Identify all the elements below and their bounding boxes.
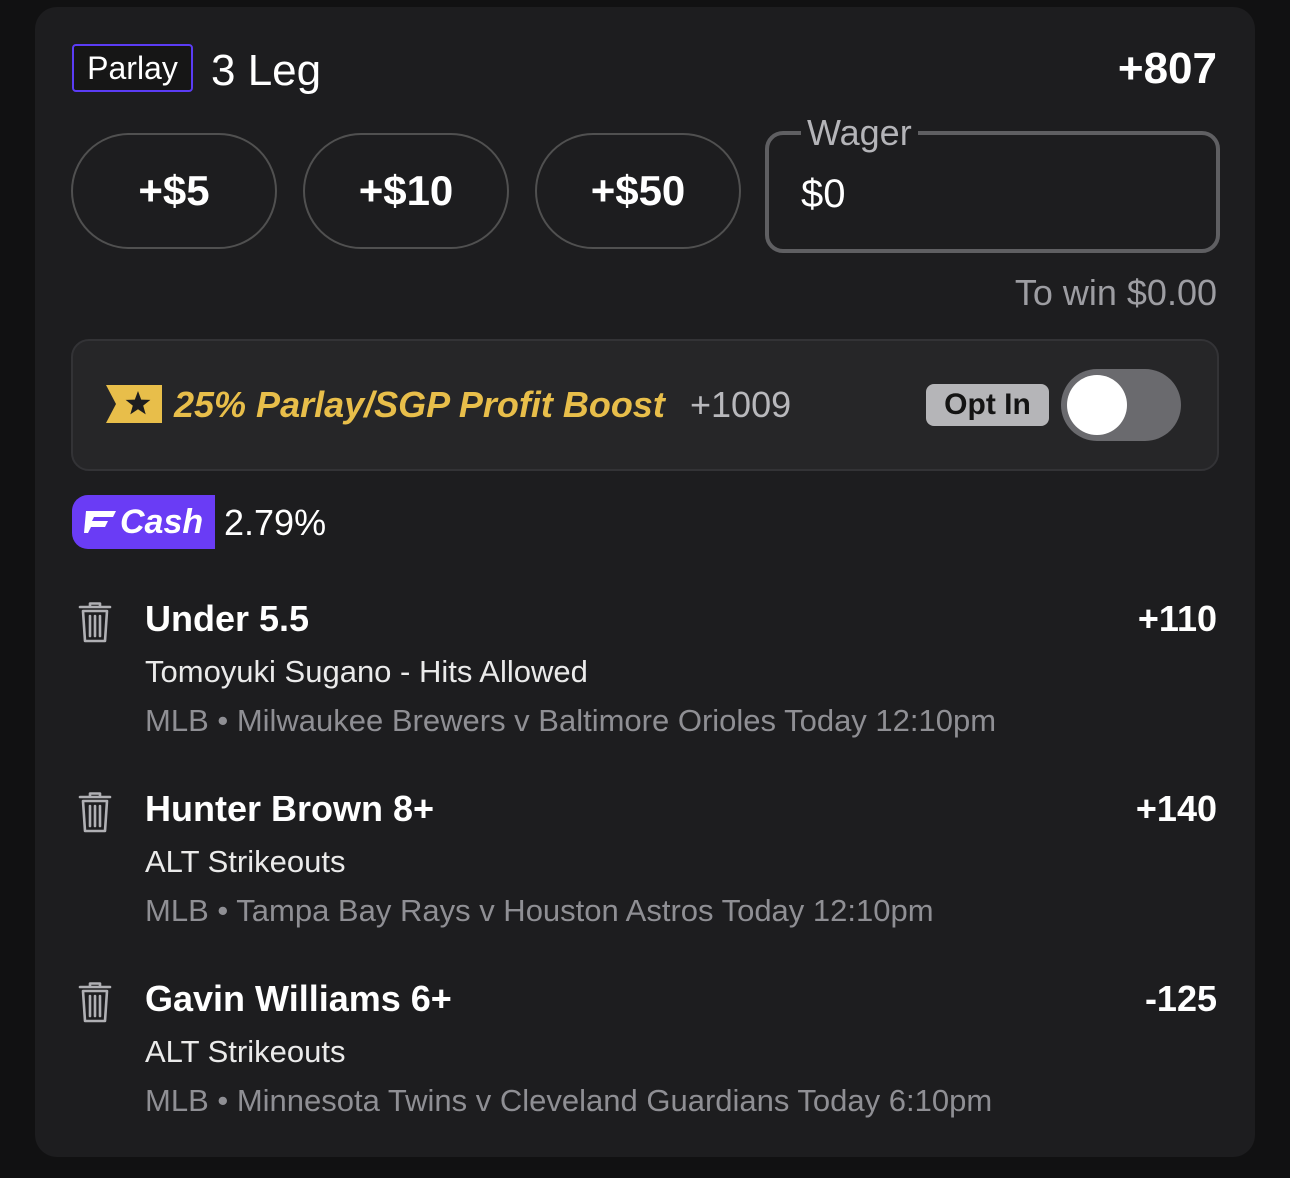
trash-icon[interactable] bbox=[78, 601, 112, 643]
leg-odds: +110 bbox=[1137, 598, 1217, 639]
betslip-card: Parlay 3 Leg +807 +$5 +$10 +$50 Wager To… bbox=[35, 7, 1255, 1157]
toggle-knob bbox=[1067, 375, 1127, 435]
cash-badge: Cash bbox=[72, 495, 215, 549]
parlay-odds: +807 bbox=[1117, 44, 1217, 93]
leg-selection: Gavin Williams 6+ bbox=[145, 978, 452, 1019]
leg-event-info: MLB • Minnesota Twins v Cleveland Guardi… bbox=[145, 1083, 993, 1118]
opt-in-text: Opt In bbox=[944, 388, 1031, 421]
leg-odds: +140 bbox=[1135, 788, 1217, 829]
quick-bet-10-button[interactable]: +$10 bbox=[303, 133, 509, 249]
leg-selection: Under 5.5 bbox=[145, 598, 310, 639]
parlay-badge: Parlay bbox=[72, 44, 193, 92]
cash-label: Cash bbox=[120, 502, 204, 541]
leg-market: Tomoyuki Sugano - Hits Allowed bbox=[145, 654, 588, 689]
parlay-badge-label: Parlay bbox=[87, 49, 178, 86]
leg-event-info: MLB • Milwaukee Brewers v Baltimore Orio… bbox=[145, 703, 997, 738]
wager-label: Wager bbox=[801, 113, 918, 153]
leg-market: ALT Strikeouts bbox=[145, 844, 346, 879]
profit-boost-title: 25% Parlay/SGP Profit Boost bbox=[174, 384, 665, 425]
trash-icon[interactable] bbox=[78, 791, 112, 833]
quick-bet-5-button[interactable]: +$5 bbox=[71, 133, 277, 249]
to-win-amount: To win $0.00 bbox=[1014, 272, 1217, 313]
leg-odds: -125 bbox=[1144, 978, 1217, 1019]
fanduel-logo-icon bbox=[84, 511, 116, 533]
trash-icon[interactable] bbox=[78, 981, 112, 1023]
leg-count-title: 3 Leg bbox=[211, 46, 322, 95]
boost-star-ticket-icon bbox=[106, 385, 162, 423]
leg-market: ALT Strikeouts bbox=[145, 1034, 346, 1069]
boosted-odds: +1009 bbox=[690, 384, 792, 425]
cash-percentage: 2.79% bbox=[224, 502, 327, 543]
opt-in-label: Opt In bbox=[926, 384, 1049, 426]
leg-event-info: MLB • Tampa Bay Rays v Houston Astros To… bbox=[145, 893, 934, 928]
leg-selection: Hunter Brown 8+ bbox=[145, 788, 435, 829]
quick-bet-50-button[interactable]: +$50 bbox=[535, 133, 741, 249]
wager-input[interactable] bbox=[801, 169, 1181, 219]
boost-opt-in-toggle[interactable] bbox=[1061, 369, 1181, 441]
